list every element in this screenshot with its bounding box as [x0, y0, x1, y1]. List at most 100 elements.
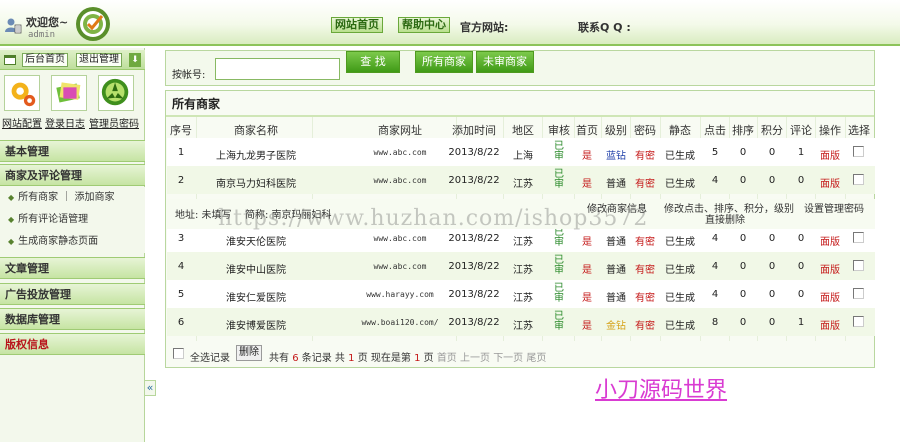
arrow-down-icon[interactable]: ⬇: [129, 53, 141, 67]
menu-ads[interactable]: 广告投放管理: [0, 283, 145, 305]
select-all-checkbox[interactable]: [173, 348, 184, 359]
cell-url: www.boai120.com/: [361, 318, 439, 327]
logo-icon: [76, 7, 110, 41]
delete-button[interactable]: 删除: [236, 345, 262, 361]
cell-password[interactable]: 有密: [631, 233, 659, 248]
cell-action[interactable]: 面版: [816, 261, 844, 276]
cell-home[interactable]: 是: [575, 261, 599, 276]
cell-audit[interactable]: 已审: [553, 228, 565, 248]
cell-password[interactable]: 有密: [631, 317, 659, 332]
menu-database[interactable]: 数据库管理: [0, 308, 145, 330]
cell-name[interactable]: 淮安天伦医院: [196, 233, 316, 248]
logout-button[interactable]: 退出管理: [76, 53, 122, 67]
row-select-checkbox[interactable]: [853, 288, 864, 299]
cell-audit[interactable]: 已审: [553, 170, 565, 190]
menu-articles[interactable]: 文章管理: [0, 257, 145, 279]
password-icon[interactable]: [98, 75, 134, 111]
column-header-select: 选择: [848, 124, 870, 137]
cell-comments: 1: [797, 147, 805, 158]
cell-name[interactable]: 淮安中山医院: [196, 261, 316, 276]
cell-action[interactable]: 面版: [816, 175, 844, 190]
cell-static: 已生成: [665, 265, 695, 276]
cell-name[interactable]: 淮安博爱医院: [196, 317, 316, 332]
column-header-url: 商家网址: [378, 124, 422, 137]
log-icon[interactable]: [51, 75, 87, 111]
cell-audit[interactable]: 已审: [553, 284, 565, 304]
cell-audit[interactable]: 已审: [553, 312, 565, 332]
menu-item-all-comments[interactable]: ◆ 所有评论语管理: [0, 209, 145, 231]
cell-sort: 0: [739, 147, 747, 158]
cell-audit[interactable]: 已审: [553, 256, 565, 276]
cell-level[interactable]: 蓝钻: [602, 147, 630, 162]
all-merchants-button[interactable]: 所有商家: [415, 51, 473, 73]
cell-level[interactable]: 普通: [602, 289, 630, 304]
cell-action[interactable]: 面版: [816, 317, 844, 332]
cell-level[interactable]: 普通: [602, 261, 630, 276]
menu-basic[interactable]: 基本管理: [0, 140, 145, 162]
cell-action[interactable]: 面版: [816, 233, 844, 248]
row-select-checkbox[interactable]: [853, 316, 864, 327]
cell-home[interactable]: 是: [575, 317, 599, 332]
cell-region: 江苏: [513, 237, 533, 248]
cell-home[interactable]: 是: [575, 147, 599, 162]
menu-item-all-merchants[interactable]: ◆ 所有商家 ｜ 添加商家: [0, 187, 145, 209]
menu-item-generate-static[interactable]: ◆ 生成商家静态页面: [0, 231, 145, 253]
contact-qq-label: 联系Q Q :: [578, 21, 631, 34]
gear-icon[interactable]: [4, 75, 40, 111]
set-admin-password-link[interactable]: 设置管理密码: [804, 200, 864, 215]
cell-name[interactable]: 南京马力妇科医院: [196, 175, 316, 190]
cell-static: 已生成: [665, 293, 695, 304]
cell-level[interactable]: 金钻: [602, 317, 630, 332]
total-prefix: 共有: [269, 353, 289, 364]
direct-delete-link[interactable]: 直接删除: [705, 211, 745, 226]
cell-url: www.abc.com: [373, 176, 427, 185]
site-config-link[interactable]: 网站配置: [2, 115, 42, 130]
cell-level[interactable]: 普通: [602, 233, 630, 248]
column-header-audit: 审核: [548, 124, 570, 137]
cell-home[interactable]: 是: [575, 233, 599, 248]
total-count: 6: [292, 353, 299, 364]
cell-password[interactable]: 有密: [631, 175, 659, 190]
admin-home-button[interactable]: 后台首页: [22, 53, 68, 67]
cell-date: 2013/8/22: [448, 289, 500, 300]
admin-password-link[interactable]: 管理员密码: [89, 115, 139, 130]
row-select-checkbox[interactable]: [853, 146, 864, 157]
user-icon: [5, 18, 22, 34]
cell-no: 4: [177, 261, 185, 272]
menu-merchant-comments[interactable]: 商家及评论管理: [0, 164, 145, 186]
cell-home[interactable]: 是: [575, 175, 599, 190]
next-page-link[interactable]: 下一页: [493, 353, 523, 364]
cell-audit[interactable]: 已审: [553, 142, 565, 162]
cell-region: 江苏: [513, 293, 533, 304]
cell-name[interactable]: 淮安仁爱医院: [196, 289, 316, 304]
cell-level[interactable]: 普通: [602, 175, 630, 190]
nav-home-button[interactable]: 网站首页: [331, 17, 383, 33]
cell-url: www.abc.com: [373, 148, 427, 157]
nav-help-button[interactable]: 帮助中心: [398, 17, 450, 33]
cell-home[interactable]: 是: [575, 289, 599, 304]
calendar-icon: [4, 55, 16, 65]
column-header-sort: 排序: [732, 124, 754, 137]
row-select-checkbox[interactable]: [853, 174, 864, 185]
cell-sort: 0: [739, 261, 747, 272]
last-page-link[interactable]: 尾页: [526, 353, 546, 364]
welcome-text: 欢迎您~: [26, 16, 69, 29]
cell-name[interactable]: 上海九龙男子医院: [196, 147, 316, 162]
menu-copyright[interactable]: 版权信息: [0, 333, 145, 355]
login-log-link[interactable]: 登录日志: [45, 115, 85, 130]
cell-action[interactable]: 面版: [816, 147, 844, 162]
cell-action[interactable]: 面版: [816, 289, 844, 304]
row-select-checkbox[interactable]: [853, 232, 864, 243]
sidebar-collapse-button[interactable]: «: [144, 380, 156, 396]
account-search-input[interactable]: [215, 58, 340, 80]
first-page-link[interactable]: 首页: [437, 353, 457, 364]
row-select-checkbox[interactable]: [853, 260, 864, 271]
cell-password[interactable]: 有密: [631, 289, 659, 304]
cell-no: 3: [177, 233, 185, 244]
cell-password[interactable]: 有密: [631, 261, 659, 276]
unaudited-merchants-button[interactable]: 未审商家: [476, 51, 534, 73]
search-button[interactable]: 查 找: [346, 51, 400, 73]
cell-date: 2013/8/22: [448, 147, 500, 158]
cell-password[interactable]: 有密: [631, 147, 659, 162]
prev-page-link[interactable]: 上一页: [460, 353, 490, 364]
